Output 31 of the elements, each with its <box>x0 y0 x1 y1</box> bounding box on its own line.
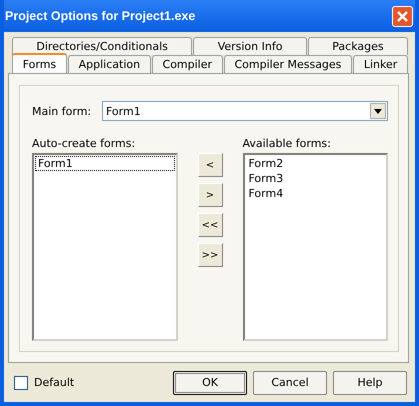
list-item[interactable]: Form4 <box>246 186 385 201</box>
dialog-button[interactable]: Cancel <box>253 370 327 394</box>
close-button[interactable] <box>392 6 413 26</box>
available-forms-list[interactable]: Form2 Form3 Form4 <box>242 153 388 341</box>
tab[interactable]: Packages <box>308 37 408 55</box>
move-button[interactable]: < <box>198 153 222 177</box>
tab[interactable]: Compiler <box>152 55 223 73</box>
tab[interactable]: Linker <box>353 55 408 73</box>
list-item[interactable]: Form1 <box>35 156 174 171</box>
tab[interactable]: Version Info <box>193 37 307 55</box>
window-title: Project Options for Project1.exe <box>4 9 196 23</box>
main-form-label: Main form: <box>32 104 92 118</box>
auto-create-forms-list[interactable]: Form1 <box>32 153 178 341</box>
dialog-button[interactable]: Help <box>333 370 407 394</box>
move-button[interactable]: << <box>198 213 222 237</box>
dialog-button[interactable]: OK <box>173 370 247 394</box>
auto-create-forms-label: Auto-create forms: <box>32 137 136 150</box>
tab[interactable]: Directories/Conditionals <box>12 37 192 55</box>
list-item[interactable]: Form3 <box>246 171 385 186</box>
tab[interactable]: Application <box>68 55 151 73</box>
default-checkbox[interactable] <box>14 376 28 390</box>
move-button[interactable]: >> <box>198 243 222 267</box>
tab[interactable]: Forms <box>12 53 67 73</box>
move-button[interactable]: > <box>198 183 222 207</box>
list-item[interactable]: Form2 <box>246 156 385 171</box>
main-form-dropdown[interactable]: Form1 <box>102 101 388 121</box>
tab[interactable]: Compiler Messages <box>224 55 352 73</box>
close-icon <box>396 10 409 22</box>
default-label: Default <box>34 376 74 389</box>
available-forms-label: Available forms: <box>242 137 332 150</box>
dropdown-arrow-icon <box>374 108 382 114</box>
